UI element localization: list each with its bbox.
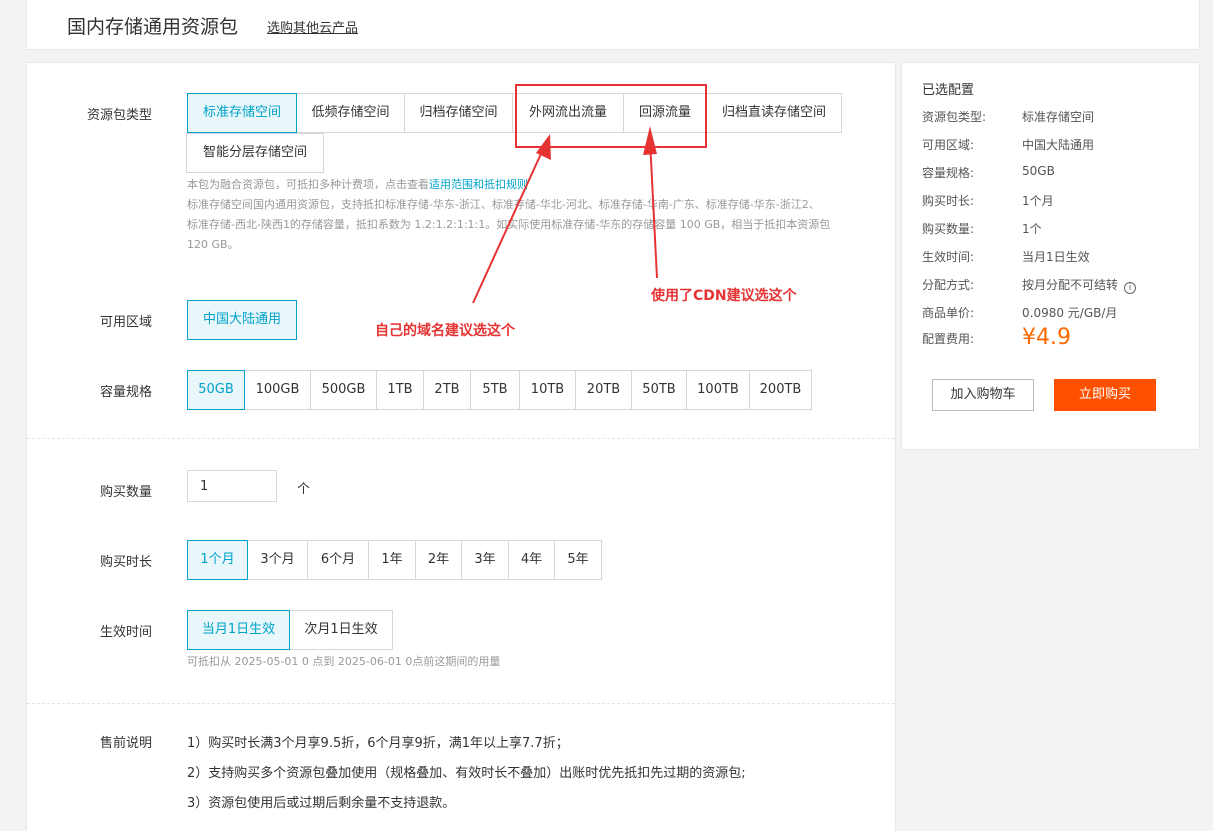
summary-panel: 已选配置 资源包类型: 标准存储空间 可用区域: 中国大陆通用 容量规格: 50…	[901, 62, 1200, 450]
effective-label: 生效时间	[100, 625, 153, 640]
summary-key: 容量规格:	[922, 166, 975, 180]
presale-line: 1）购买时长满3个月享9.5折，6个月享9折，满1年以上享7.7折；	[187, 736, 569, 751]
quantity-input[interactable]	[187, 470, 277, 502]
summary-key: 分配方式:	[922, 278, 975, 292]
top-bar: 国内存储通用资源包 选购其他云产品	[26, 0, 1200, 50]
summary-value: 1个月	[1022, 194, 1054, 208]
quantity-label: 购买数量	[100, 485, 153, 500]
summary-key: 购买数量:	[922, 222, 975, 236]
fee-label: 配置费用:	[922, 332, 975, 346]
summary-title: 已选配置	[922, 83, 975, 98]
duration-option[interactable]: 3年	[461, 540, 509, 580]
page-title: 国内存储通用资源包	[67, 16, 239, 38]
duration-option[interactable]: 5年	[554, 540, 602, 580]
capacity-option[interactable]: 1TB	[376, 370, 424, 410]
region-option-mainland[interactable]: 中国大陆通用	[187, 300, 297, 340]
pkg-option-archive[interactable]: 归档存储空间	[404, 93, 513, 133]
summary-key: 生效时间:	[922, 250, 975, 264]
add-to-cart-button[interactable]: 加入购物车	[932, 379, 1034, 411]
effective-note: 可抵扣从 2025-05-01 0 点到 2025-06-01 0点前这期间的用…	[187, 655, 501, 668]
capacity-option[interactable]: 100TB	[686, 370, 750, 410]
quantity-unit: 个	[297, 482, 311, 497]
pkg-option-infrequent[interactable]: 低频存储空间	[296, 93, 405, 133]
pkg-option-standard[interactable]: 标准存储空间	[187, 93, 297, 133]
capacity-option[interactable]: 100GB	[244, 370, 311, 410]
pkg-option-archive-direct-read[interactable]: 归档直读存储空间	[706, 93, 842, 133]
summary-value: 1个	[1022, 222, 1042, 236]
presale-line: 2）支持购买多个资源包叠加使用（规格叠加、有效时长不叠加）出账时优先抵扣先过期的…	[187, 766, 746, 781]
note-line: 标准存储空间国内通用资源包，支持抵扣标准存储-华东-浙江、标准存储-华北-河北、…	[187, 198, 820, 211]
buy-now-button[interactable]: 立即购买	[1054, 379, 1156, 411]
capacity-option[interactable]: 50GB	[187, 370, 245, 410]
section-divider	[27, 438, 895, 439]
summary-value: 50GB	[1022, 164, 1055, 178]
summary-key: 资源包类型:	[922, 110, 987, 124]
summary-value: 标准存储空间	[1022, 110, 1095, 124]
pkg-type-label: 资源包类型	[87, 108, 153, 123]
duration-option[interactable]: 2年	[415, 540, 462, 580]
annotation-text-right: 使用了CDN建议选这个	[651, 288, 797, 304]
summary-value: 0.0980 元/GB/月	[1022, 306, 1118, 320]
other-products-link[interactable]: 选购其他云产品	[267, 17, 358, 36]
capacity-option[interactable]: 50TB	[631, 370, 687, 410]
summary-allocation: 按月分配不可结转 i	[1022, 276, 1137, 294]
capacity-option[interactable]: 10TB	[519, 370, 576, 410]
section-divider	[27, 703, 895, 704]
capacity-option[interactable]: 200TB	[749, 370, 812, 410]
presale-label: 售前说明	[100, 736, 153, 751]
pkg-type-note: 本包为融合资源包，可抵扣多种计费项，点击查看适用范围和抵扣规则 标准存储空间国内…	[187, 175, 877, 255]
note-line: 标准存储-西北-陕西1的存储容量，抵扣系数为 1.2:1.2:1:1:1。如实际…	[187, 218, 831, 231]
region-label: 可用区域	[100, 315, 153, 330]
scope-rules-link[interactable]: 适用范围和抵扣规则	[429, 178, 528, 191]
summary-key: 商品单价:	[922, 306, 975, 320]
duration-label: 购买时长	[100, 555, 153, 570]
summary-value: 中国大陆通用	[1022, 138, 1095, 152]
annotation-text-left: 自己的域名建议选这个	[375, 323, 515, 339]
info-icon[interactable]: i	[1124, 282, 1137, 294]
duration-option[interactable]: 1年	[368, 540, 416, 580]
effective-option-this-month[interactable]: 当月1日生效	[187, 610, 290, 650]
capacity-label: 容量规格	[100, 385, 153, 400]
capacity-option[interactable]: 500GB	[310, 370, 377, 410]
capacity-option[interactable]: 20TB	[575, 370, 632, 410]
duration-option[interactable]: 3个月	[247, 540, 308, 580]
config-panel: 资源包类型 标准存储空间 低频存储空间 归档存储空间 外网流出流量 回源流量 归…	[26, 62, 896, 831]
summary-value: 按月分配不可结转	[1022, 278, 1119, 292]
summary-key: 可用区域:	[922, 138, 975, 152]
summary-value: 当月1日生效	[1022, 250, 1090, 264]
duration-option[interactable]: 4年	[508, 540, 555, 580]
pkg-option-intelligent-tiering[interactable]: 智能分层存储空间	[186, 133, 324, 173]
pkg-option-egress-traffic[interactable]: 外网流出流量	[512, 93, 624, 133]
note-prefix: 本包为融合资源包，可抵扣多种计费项，点击查看	[187, 178, 429, 191]
fee-amount: ¥4.9	[1022, 325, 1071, 350]
duration-option[interactable]: 6个月	[307, 540, 369, 580]
presale-line: 3）资源包使用后或过期后剩余量不支持退款。	[187, 796, 456, 811]
effective-option-next-month[interactable]: 次月1日生效	[289, 610, 393, 650]
pkg-option-origin-traffic[interactable]: 回源流量	[623, 93, 707, 133]
note-line: 120 GB。	[187, 238, 239, 251]
capacity-option[interactable]: 5TB	[470, 370, 520, 410]
summary-key: 购买时长:	[922, 194, 975, 208]
duration-option[interactable]: 1个月	[187, 540, 248, 580]
capacity-option[interactable]: 2TB	[423, 370, 471, 410]
